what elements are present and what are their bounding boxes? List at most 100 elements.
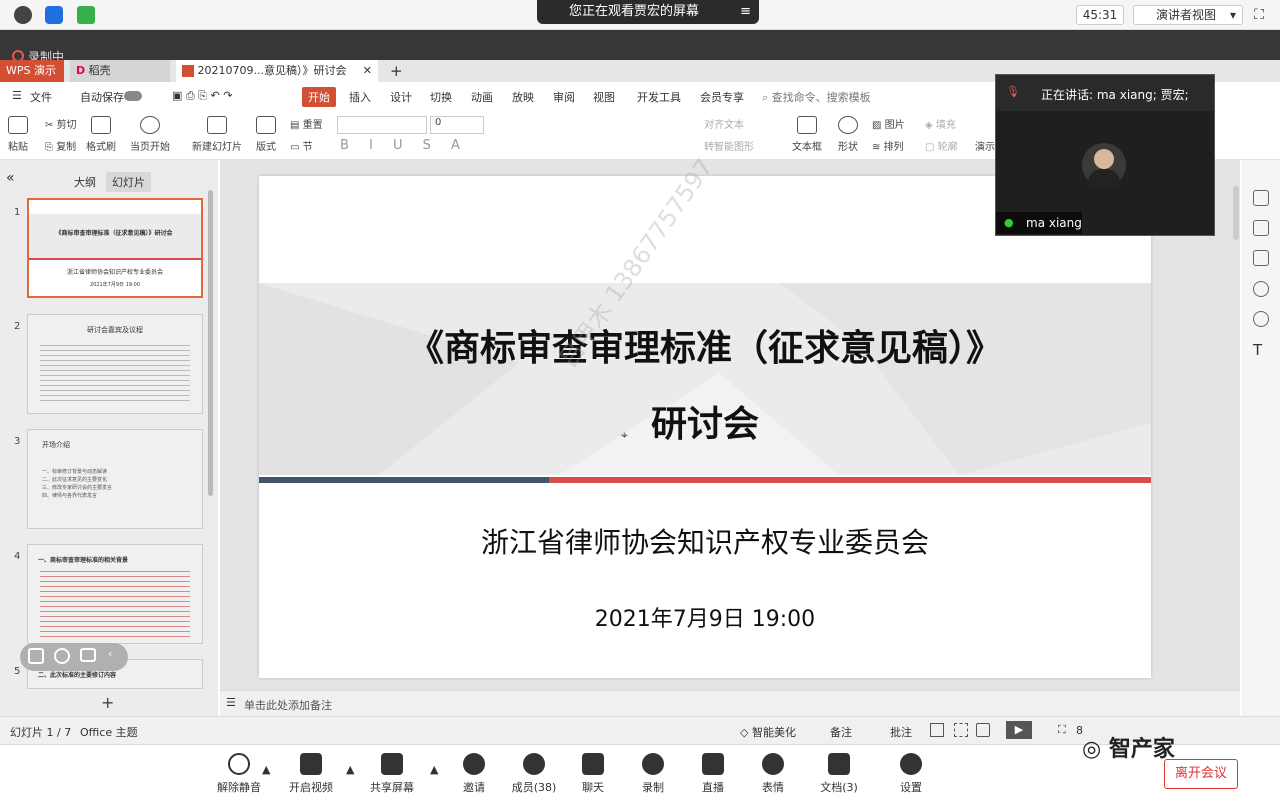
play-slideshow-icon[interactable]: ▶: [1006, 721, 1032, 739]
copy-button[interactable]: ⎘ 复制: [45, 138, 76, 153]
info-icon[interactable]: [14, 6, 32, 24]
chat-button[interactable]: 聊天: [563, 753, 623, 795]
comments-toggle[interactable]: 批注: [890, 724, 912, 740]
slide-thumbnail-1[interactable]: 《商标审查审理标准（征求意见稿）》研讨会 浙江省律师协会知识产权专业委员会 20…: [27, 198, 203, 298]
collapse-panel-icon[interactable]: «: [6, 170, 15, 186]
menu-file[interactable]: 文件: [30, 89, 52, 105]
leave-meeting-button[interactable]: 离开会议: [1164, 759, 1238, 789]
picture-button[interactable]: ▨ 图片: [872, 116, 905, 131]
font-size-select[interactable]: 0: [430, 116, 484, 134]
menu-icon[interactable]: ≡: [740, 0, 751, 24]
normal-view-icon[interactable]: [930, 723, 944, 737]
section-button[interactable]: ▭ 节: [290, 138, 313, 153]
watermark-logo: ◎ 智产家: [1082, 731, 1175, 763]
panel-scrollbar[interactable]: [208, 190, 213, 496]
arrange-button[interactable]: ≋ 排列: [872, 138, 904, 153]
settings-icon: [900, 753, 922, 775]
caret-up-icon[interactable]: ▲: [346, 763, 354, 776]
notes-area[interactable]: ☰ 单击此处添加备注: [220, 690, 1240, 716]
tab-animation[interactable]: 动画: [471, 89, 493, 105]
tab-member[interactable]: 会员专享: [700, 89, 744, 105]
tab-design[interactable]: 设计: [390, 89, 412, 105]
text-icon[interactable]: T: [1253, 341, 1269, 359]
bulb-icon[interactable]: [1253, 311, 1269, 327]
tab-document[interactable]: 20210709...意见稿）》研讨会 ✕: [176, 60, 378, 82]
live-button[interactable]: 直播: [683, 753, 743, 795]
format-painter-button[interactable]: 格式刷: [86, 116, 116, 153]
settings-button[interactable]: 设置: [881, 753, 941, 795]
slide-title-line1: 《商标审查审理标准（征求意见稿）》: [407, 328, 1002, 369]
paste-button[interactable]: 粘贴: [8, 116, 28, 153]
tab-review[interactable]: 审阅: [553, 89, 575, 105]
help-icon[interactable]: [1253, 281, 1269, 297]
shape-button[interactable]: 形状: [838, 116, 858, 153]
copy-label: 复制: [56, 142, 77, 153]
fit-window-icon[interactable]: ⛶: [1058, 723, 1066, 737]
emoji-icon[interactable]: [54, 648, 70, 664]
tab-home[interactable]: 开始: [302, 87, 336, 107]
reset-button[interactable]: ▤ 重置: [290, 116, 323, 131]
caret-up-icon[interactable]: ▲: [262, 763, 270, 776]
tab-insert[interactable]: 插入: [349, 89, 371, 105]
outline-button[interactable]: ▢ 轮廓: [925, 138, 958, 153]
start-video-button[interactable]: 开启视频: [281, 753, 341, 795]
autosave-toggle[interactable]: [124, 91, 142, 101]
current-slide[interactable]: 《商标审查审理标准（征求意见稿）》 研讨会 吕甲木 13867757597 浙江…: [259, 154, 1151, 678]
security-shield-icon[interactable]: [45, 6, 63, 24]
present-button[interactable]: 演示: [975, 138, 995, 153]
new-tab-icon[interactable]: +: [384, 60, 404, 82]
align-text-button[interactable]: 对齐文本: [704, 116, 744, 131]
tab-developer[interactable]: 开发工具: [637, 89, 681, 105]
font-format-buttons[interactable]: B I U S A: [340, 138, 468, 153]
smart-beautify-button[interactable]: ◇ 智能美化: [740, 724, 796, 740]
pin-icon[interactable]: [1253, 220, 1269, 236]
add-slide-icon[interactable]: +: [101, 693, 114, 712]
menu-autosave[interactable]: 自动保存: [80, 89, 124, 105]
notes-toggle[interactable]: 备注: [830, 724, 852, 740]
signal-icon[interactable]: [77, 6, 95, 24]
wps-app-tab[interactable]: WPS 演示: [0, 60, 64, 82]
invite-button[interactable]: 邀请: [444, 753, 504, 795]
properties-icon[interactable]: [1253, 190, 1269, 206]
chevron-left-icon[interactable]: ‹: [108, 647, 112, 660]
grid-icon[interactable]: [28, 648, 44, 664]
play-from-current-label: 当页开始: [130, 142, 170, 153]
tab-slideshow[interactable]: 放映: [512, 89, 534, 105]
reactions-button[interactable]: 表情: [743, 753, 803, 795]
reading-view-icon[interactable]: [976, 723, 990, 737]
chat-bubble-icon[interactable]: [80, 648, 96, 662]
tab-transition[interactable]: 切换: [430, 89, 452, 105]
status-theme[interactable]: Office 主题: [80, 724, 138, 740]
smart-art-button[interactable]: 转智能图形: [704, 138, 754, 153]
view-mode-select[interactable]: 演讲者视图 ▾: [1133, 5, 1243, 25]
quick-access-icons[interactable]: ▣ ⎙ ⎘ ↶ ↷: [172, 89, 232, 103]
textbox-button[interactable]: 文本框: [792, 116, 822, 153]
members-button[interactable]: 成员(38): [504, 753, 564, 795]
record-button[interactable]: 录制: [623, 753, 683, 795]
search-command[interactable]: ⌕ 查找命令、搜索模板: [762, 89, 871, 105]
caret-up-icon[interactable]: ▲: [430, 763, 438, 776]
canvas-scrollbar[interactable]: [1233, 186, 1239, 240]
close-icon[interactable]: ✕: [363, 60, 372, 82]
sorter-view-icon[interactable]: [954, 723, 968, 737]
slide-thumbnail-2[interactable]: 研讨会嘉宾及议程: [27, 314, 203, 414]
layout-button[interactable]: 版式: [256, 116, 276, 153]
copy-icon[interactable]: [1253, 250, 1269, 266]
cut-button[interactable]: ✂ 剪切: [45, 116, 77, 131]
play-from-current-button[interactable]: 当页开始: [130, 116, 170, 153]
unmute-button[interactable]: 解除静音: [209, 753, 269, 795]
tab-slides[interactable]: 幻灯片: [106, 172, 151, 192]
fullscreen-icon[interactable]: ⛶: [1250, 6, 1268, 24]
docs-button[interactable]: 文档(3): [809, 753, 869, 795]
new-slide-button[interactable]: 新建幻灯片: [192, 116, 242, 153]
slide-thumbnail-3[interactable]: 开场介绍 一、标审修订背景与动态解读 二、此次征求意见的主要变化 三、修改专家研…: [27, 429, 203, 529]
tab-daoke[interactable]: D 稻壳: [70, 60, 170, 82]
font-name-select[interactable]: [337, 116, 427, 134]
slide-thumbnail-4[interactable]: 一、商标审查审理标准的相关背景: [27, 544, 203, 644]
tab-view[interactable]: 视图: [593, 89, 615, 105]
fill-button[interactable]: ◈ 填充: [925, 116, 956, 131]
tab-outline[interactable]: 大纲: [74, 174, 96, 190]
share-screen-button[interactable]: 共享屏幕: [362, 753, 422, 795]
avatar-face: [1094, 149, 1114, 169]
hamburger-icon[interactable]: ☰: [12, 89, 22, 102]
